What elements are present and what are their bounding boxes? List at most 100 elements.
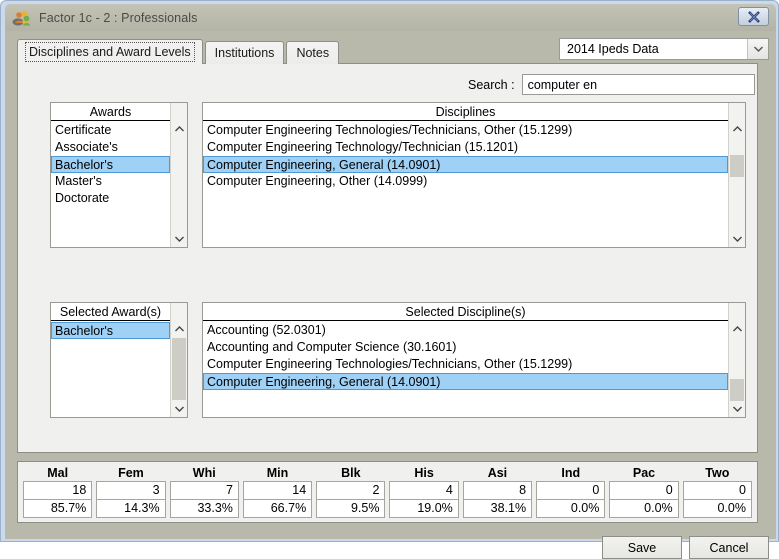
- tab-disciplines-and-award-levels[interactable]: Disciplines and Award Levels: [17, 39, 203, 64]
- selected-disciplines-list-items: Accounting (52.0301) Accounting and Comp…: [203, 321, 728, 417]
- list-item[interactable]: Computer Engineering, General (14.0901): [203, 156, 728, 173]
- tab-notes[interactable]: Notes: [286, 41, 340, 64]
- stat-column-pac: Pac 0 0.0%: [609, 466, 679, 518]
- stat-percent: 38.1%: [462, 500, 533, 518]
- selected-disciplines-list-header: Selected Discipline(s): [203, 303, 728, 321]
- stat-count: 0: [536, 481, 606, 500]
- scroll-up-icon[interactable]: [729, 321, 745, 337]
- stat-count: 3: [96, 481, 166, 500]
- stat-column-ind: Ind 0 0.0%: [536, 466, 606, 518]
- tab-notes-label: Notes: [296, 46, 330, 60]
- stat-column-min: Min 14 66.7%: [242, 466, 313, 518]
- list-item[interactable]: Computer Engineering, General (14.0901): [203, 373, 728, 390]
- selected-awards-list-scrollbar[interactable]: [170, 321, 187, 417]
- awards-listbox[interactable]: Awards Certificate Associate's Bachelor'…: [50, 102, 188, 248]
- selected-disciplines-listbox[interactable]: Selected Discipline(s) Accounting (52.03…: [202, 302, 746, 418]
- people-icon: [12, 9, 32, 27]
- list-item[interactable]: Accounting and Computer Science (30.1601…: [203, 339, 728, 356]
- list-item[interactable]: Computer Engineering, Other (14.0999): [203, 173, 728, 190]
- stat-header: Pac: [632, 466, 656, 480]
- stat-percent: 0.0%: [682, 500, 752, 518]
- selected-awards-header-scroll-spacer: [170, 303, 187, 321]
- stat-header: Fem: [118, 466, 144, 480]
- stat-percent: 0.0%: [609, 500, 679, 518]
- list-item[interactable]: Certificate: [51, 122, 170, 139]
- selected-awards-listbox[interactable]: Selected Award(s) Bachelor's: [50, 302, 188, 418]
- stat-header: Whi: [192, 466, 216, 480]
- stat-column-his: His 4 19.0%: [389, 466, 459, 518]
- client-area: 2014 Ipeds Data Disciplines and Award Le…: [5, 31, 776, 559]
- tab-institutions[interactable]: Institutions: [204, 41, 285, 64]
- stat-count: 8: [462, 481, 533, 500]
- list-item[interactable]: Master's: [51, 173, 170, 190]
- stat-percent: 85.7%: [23, 500, 93, 518]
- list-item[interactable]: Accounting (52.0301): [203, 322, 728, 339]
- scroll-down-icon[interactable]: [729, 401, 745, 417]
- tab-disciplines-and-award-levels-label: Disciplines and Award Levels: [25, 42, 195, 62]
- tab-panel-disciplines-and-award-levels: Search : Awards Certificate Associate's …: [17, 63, 758, 453]
- stat-column-fem: Fem 3 14.3%: [96, 466, 166, 518]
- stat-column-two: Two 0 0.0%: [682, 466, 752, 518]
- stat-count: 7: [169, 481, 239, 500]
- disciplines-listbox[interactable]: Disciplines Computer Engineering Technol…: [202, 102, 746, 248]
- list-item[interactable]: Computer Engineering Technologies/Techni…: [203, 122, 728, 139]
- application-window: Factor 1c - 2 : Professionals 2014 Ipeds…: [0, 0, 779, 559]
- search-row: Search :: [468, 74, 755, 95]
- list-item[interactable]: Computer Engineering Technologies/Techni…: [203, 356, 728, 373]
- scroll-up-icon[interactable]: [171, 121, 187, 137]
- cancel-button[interactable]: Cancel: [689, 536, 769, 559]
- awards-list-scrollbar[interactable]: [170, 121, 187, 247]
- stat-column-mal: Mal 18 85.7%: [23, 466, 93, 518]
- save-button[interactable]: Save: [602, 536, 682, 559]
- stat-header: His: [414, 466, 434, 480]
- search-input[interactable]: [521, 74, 755, 95]
- dataset-select[interactable]: 2014 Ipeds Data: [559, 38, 769, 60]
- scroll-down-icon[interactable]: [171, 401, 187, 417]
- scroll-down-icon[interactable]: [729, 231, 745, 247]
- list-item[interactable]: Associate's: [51, 139, 170, 156]
- close-button[interactable]: [738, 7, 769, 26]
- stat-percent: 0.0%: [536, 500, 606, 518]
- stat-count: 4: [389, 481, 459, 500]
- scroll-down-icon[interactable]: [171, 231, 187, 247]
- selected-disciplines-scroll-thumb[interactable]: [730, 379, 744, 401]
- stat-column-asi: Asi 8 38.1%: [462, 466, 533, 518]
- tab-institutions-label: Institutions: [214, 46, 275, 60]
- window-title: Factor 1c - 2 : Professionals: [39, 10, 198, 25]
- stat-percent: 66.7%: [242, 500, 313, 518]
- selected-awards-scroll-thumb[interactable]: [172, 338, 186, 400]
- stat-count: 0: [682, 481, 752, 500]
- stat-header: Mal: [47, 466, 69, 480]
- stat-header: Min: [266, 466, 289, 480]
- stat-header: Two: [705, 466, 730, 480]
- awards-header-scroll-spacer: [170, 103, 187, 121]
- search-label: Search :: [468, 77, 515, 92]
- selected-awards-list-header: Selected Award(s): [51, 303, 170, 321]
- awards-list-items: Certificate Associate's Bachelor's Maste…: [51, 121, 170, 247]
- stat-column-whi: Whi 7 33.3%: [169, 466, 239, 518]
- title-bar: Factor 1c - 2 : Professionals: [5, 4, 776, 31]
- stat-count: 14: [242, 481, 313, 500]
- stat-count: 18: [23, 481, 93, 500]
- selected-disciplines-header-scroll-spacer: [728, 303, 745, 321]
- disciplines-header-scroll-spacer: [728, 103, 745, 121]
- list-item[interactable]: Computer Engineering Technology/Technici…: [203, 139, 728, 156]
- disciplines-list-header: Disciplines: [203, 103, 728, 121]
- stat-percent: 19.0%: [389, 500, 459, 518]
- scroll-up-icon[interactable]: [171, 321, 187, 337]
- stat-count: 0: [609, 481, 679, 500]
- tab-strip: Disciplines and Award Levels Institution…: [17, 39, 341, 64]
- list-item[interactable]: Doctorate: [51, 190, 170, 207]
- stat-percent: 33.3%: [169, 500, 239, 518]
- selected-disciplines-list-scrollbar[interactable]: [728, 321, 745, 417]
- selected-awards-list-items: Bachelor's: [51, 321, 170, 417]
- scroll-up-icon[interactable]: [729, 121, 745, 137]
- disciplines-list-scrollbar[interactable]: [728, 121, 745, 247]
- stat-percent: 14.3%: [96, 500, 166, 518]
- list-item[interactable]: Bachelor's: [51, 322, 170, 339]
- dataset-select-value: 2014 Ipeds Data: [567, 42, 659, 56]
- stat-column-blk: Blk 2 9.5%: [316, 466, 386, 518]
- list-item[interactable]: Bachelor's: [51, 156, 170, 173]
- disciplines-scroll-thumb[interactable]: [730, 155, 744, 177]
- chevron-down-icon: [747, 39, 768, 59]
